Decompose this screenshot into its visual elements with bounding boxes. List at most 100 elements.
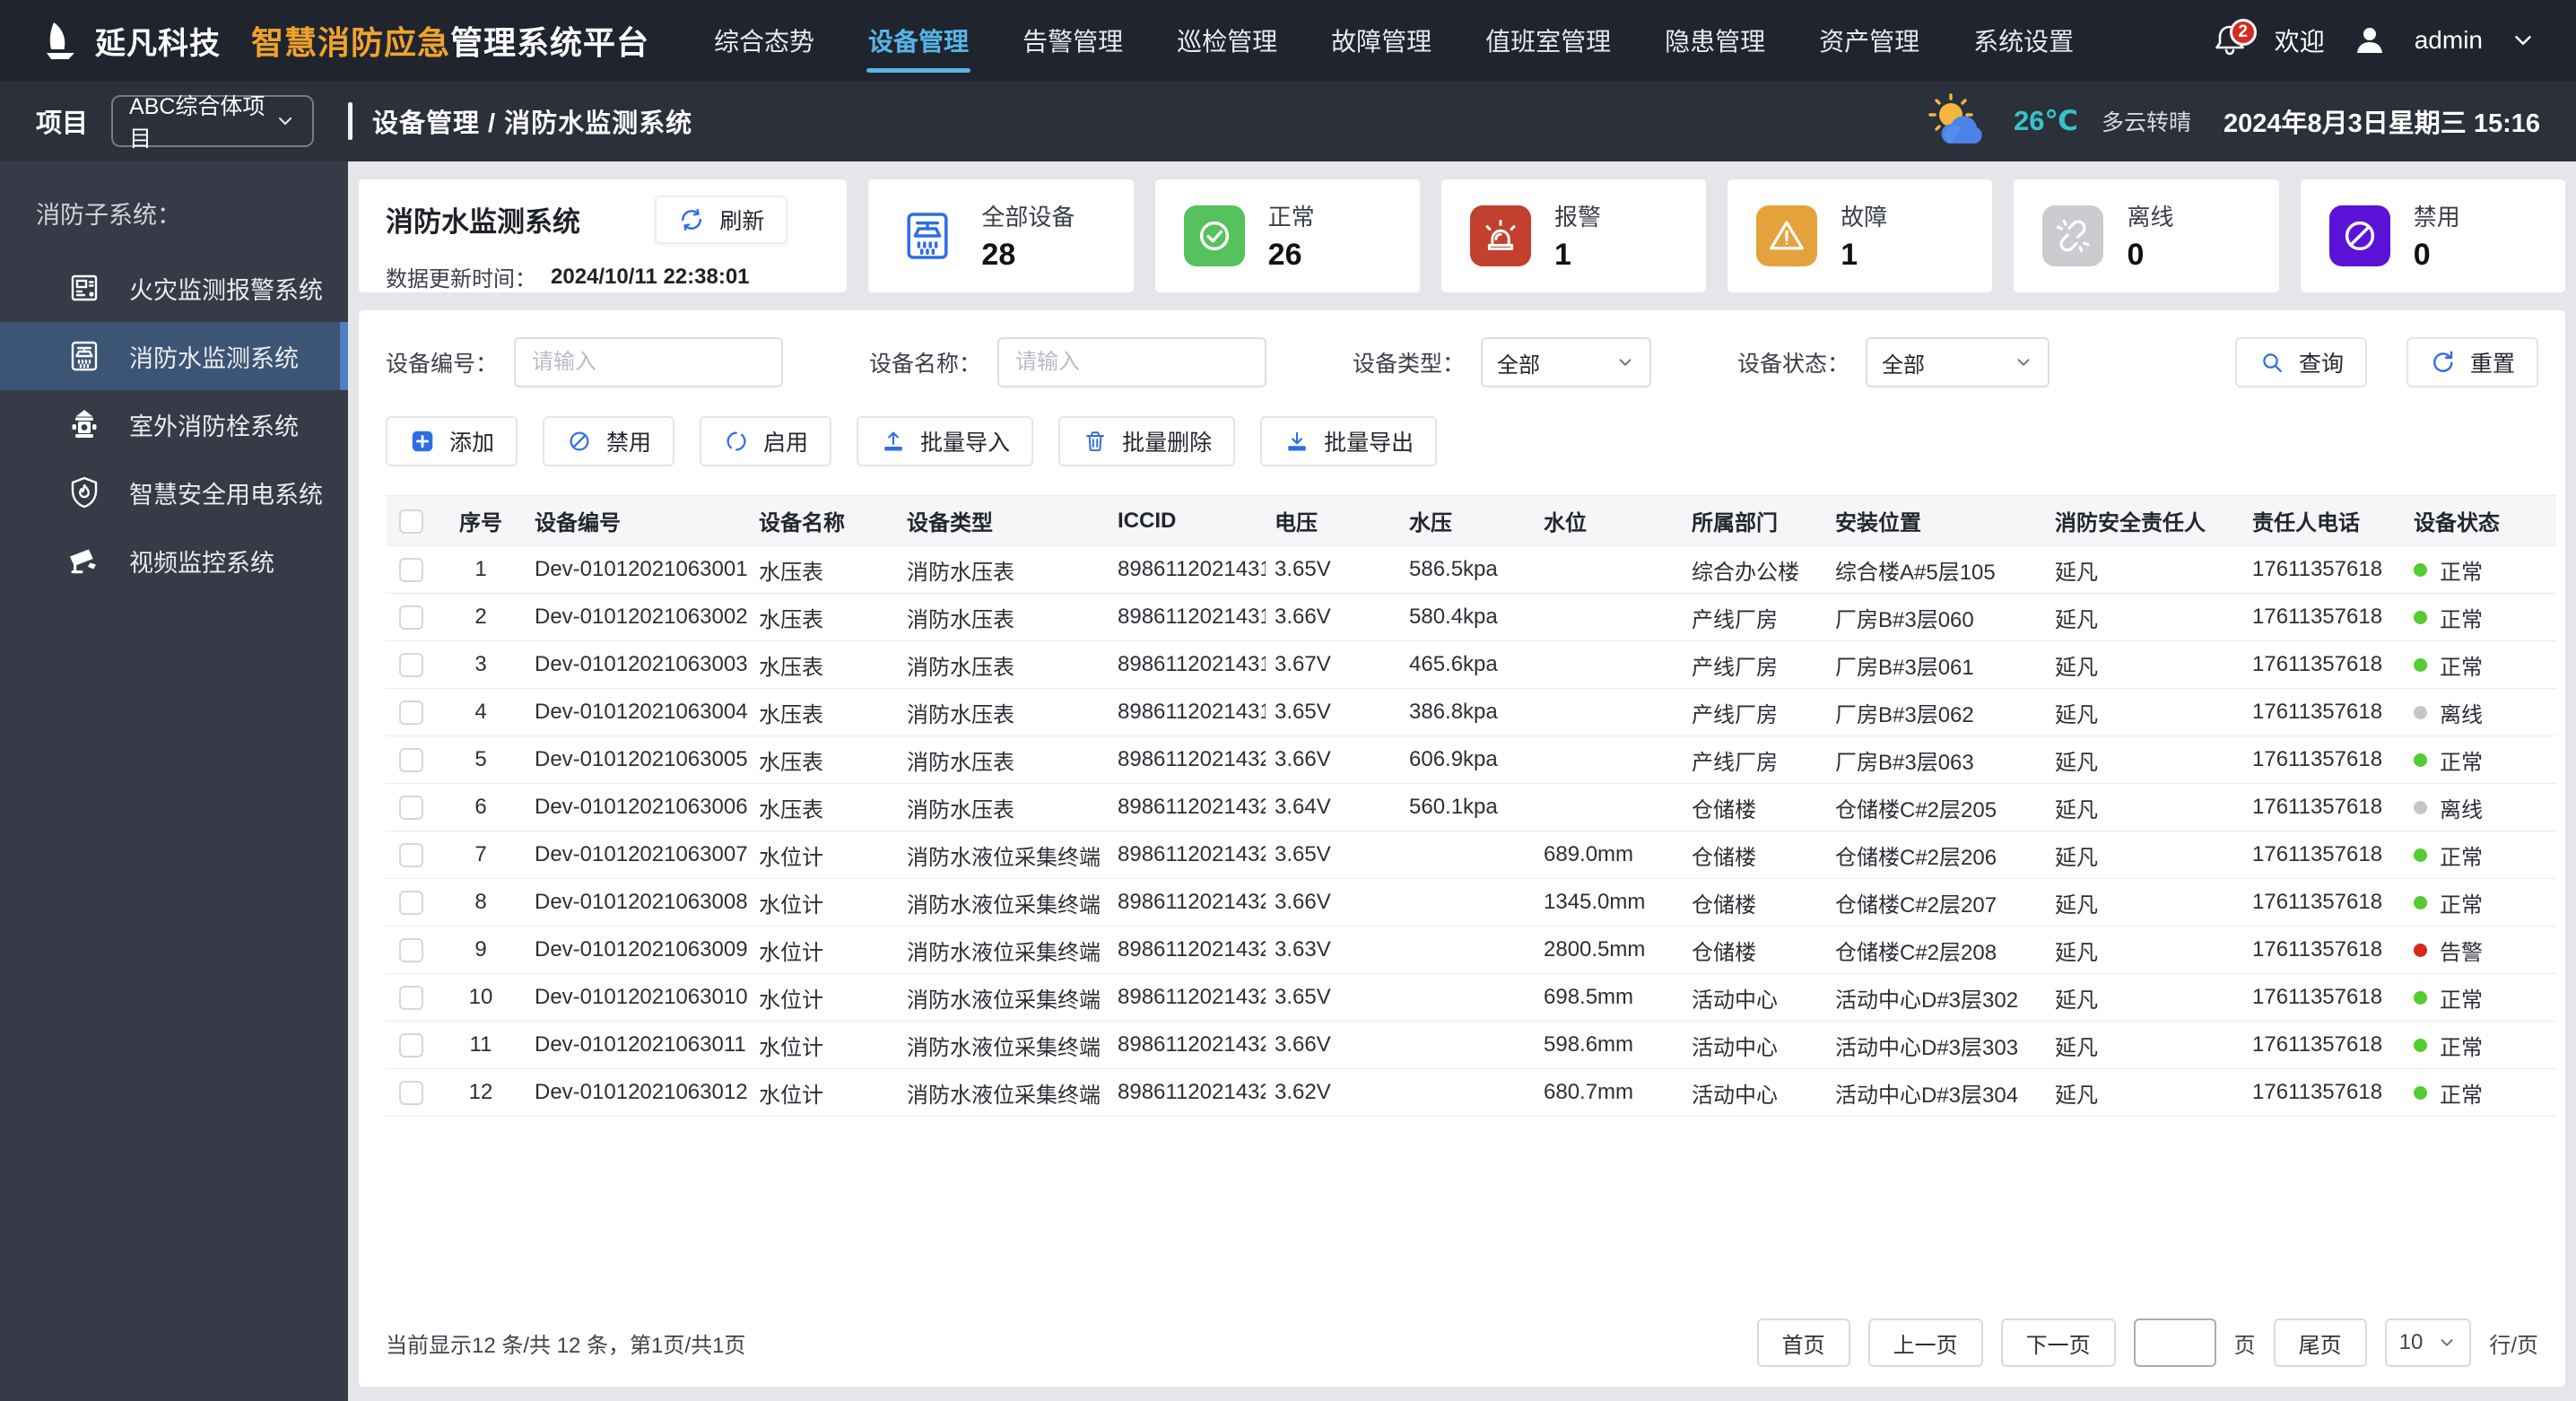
device-name-input[interactable] xyxy=(997,337,1267,387)
cell-name: 水压表 xyxy=(750,688,898,736)
reset-button[interactable]: 重置 xyxy=(2406,337,2538,387)
row-checkbox[interactable] xyxy=(398,1081,423,1106)
nav-item-overview[interactable]: 综合态势 xyxy=(712,13,816,67)
stat-card-disabled: 禁用 0 xyxy=(2300,179,2565,292)
cell-no: 9 xyxy=(436,926,526,974)
last-page-button[interactable]: 尾页 xyxy=(2273,1318,2367,1367)
cell-person: 延凡 xyxy=(2046,973,2243,1022)
date-time: 2024年8月3日星期三 15:16 xyxy=(2224,109,2540,138)
warning-triangle-icon xyxy=(1766,215,1807,257)
status-dot xyxy=(2414,800,2427,814)
status-dot xyxy=(2414,848,2427,862)
cell-level xyxy=(1535,735,1683,784)
temperature: 26℃ xyxy=(2013,105,2078,136)
nav-item-asset[interactable]: 资产管理 xyxy=(1817,13,1921,67)
cell-iccid: 89861120214327 xyxy=(1109,1068,1266,1117)
device-no-input[interactable] xyxy=(514,337,784,387)
batch-import-button[interactable]: 批量导入 xyxy=(857,416,1034,466)
user-avatar-icon[interactable] xyxy=(2352,22,2388,58)
stat-label: 全部设备 xyxy=(981,204,1075,231)
cell-level: 680.7mm xyxy=(1535,1068,1683,1117)
refresh-icon xyxy=(678,206,705,233)
cell-person: 延凡 xyxy=(2046,640,2243,689)
refresh-button[interactable]: 刷新 xyxy=(655,196,788,244)
sidebar-item-electric-safety[interactable]: 智慧安全用电系统 xyxy=(0,458,348,526)
row-checkbox[interactable] xyxy=(398,986,423,1011)
disable-button[interactable]: 禁用 xyxy=(543,416,675,466)
notification-bell-icon[interactable]: 2 xyxy=(2212,19,2257,58)
page-size-select[interactable]: 10 xyxy=(2384,1318,2472,1367)
cell-pressure: 465.6kpa xyxy=(1400,640,1535,689)
sidebar-item-hydrant[interactable]: 室外消防栓系统 xyxy=(0,390,348,458)
row-checkbox[interactable] xyxy=(398,605,423,631)
first-page-button[interactable]: 首页 xyxy=(1756,1318,1850,1367)
broken-link-icon xyxy=(2052,215,2093,257)
nav-item-hazard[interactable]: 隐患管理 xyxy=(1663,13,1767,67)
batch-delete-button[interactable]: 批量删除 xyxy=(1058,416,1236,466)
shield-flame-icon xyxy=(66,474,102,510)
next-page-button[interactable]: 下一页 xyxy=(2000,1318,2116,1367)
sidebar-item-water-monitor[interactable]: 消防水监测系统 xyxy=(0,322,348,390)
cell-type: 消防水压表 xyxy=(898,593,1109,641)
row-checkbox[interactable] xyxy=(398,558,423,583)
check-circle-icon xyxy=(1194,215,1235,257)
add-button[interactable]: 添加 xyxy=(386,416,518,466)
nav-item-duty[interactable]: 值班室管理 xyxy=(1484,13,1613,67)
cell-pressure: 386.8kpa xyxy=(1400,688,1535,736)
cell-no: 5 xyxy=(436,735,526,784)
row-checkbox[interactable] xyxy=(398,796,423,821)
main-nav: 综合态势 设备管理 告警管理 巡检管理 故障管理 值班室管理 隐患管理 资产管理 系统设置 xyxy=(712,13,2076,73)
cell-dept: 产线厂房 xyxy=(1683,688,1826,736)
table-row: 2Dev-01012021063002水压表消防水压表8986112021431… xyxy=(386,593,2556,641)
upload-icon xyxy=(880,428,907,455)
stat-icon-wrap xyxy=(1756,205,1818,266)
row-checkbox[interactable] xyxy=(398,891,423,916)
row-checkbox[interactable] xyxy=(398,653,423,678)
cell-voltage: 3.65V xyxy=(1266,973,1400,1022)
filter-actions: 查询 重置 xyxy=(2234,337,2538,387)
page-number-input[interactable] xyxy=(2133,1318,2216,1367)
cell-person: 延凡 xyxy=(2046,1021,2243,1069)
sun-cloud-weather-icon xyxy=(1924,93,1996,149)
cell-location: 厂房B#3层061 xyxy=(1826,640,2046,689)
cell-status: 告警 xyxy=(2405,926,2556,974)
hydrant-icon xyxy=(66,406,102,442)
stat-value: 28 xyxy=(981,238,1016,272)
cell-phone: 17611357618 xyxy=(2243,926,2405,974)
project-select[interactable]: ABC综合体项目 xyxy=(111,94,315,152)
stat-card-alarm: 报警 1 xyxy=(1440,179,1707,292)
row-checkbox[interactable] xyxy=(398,748,423,773)
cell-pressure xyxy=(1400,1021,1535,1069)
select-all-checkbox[interactable] xyxy=(398,509,423,534)
sidebar-item-video[interactable]: 视频监控系统 xyxy=(0,526,348,595)
search-button[interactable]: 查询 xyxy=(2234,337,2367,387)
enable-circle-icon xyxy=(723,428,750,455)
nav-item-device[interactable]: 设备管理 xyxy=(866,13,971,73)
siren-icon xyxy=(1480,215,1521,257)
cell-iccid: 89861120214319 xyxy=(1109,688,1266,736)
cell-location: 厂房B#3层062 xyxy=(1826,688,2046,736)
row-checkbox[interactable] xyxy=(398,938,423,963)
row-checkbox[interactable] xyxy=(398,843,423,868)
nav-item-settings[interactable]: 系统设置 xyxy=(1971,13,2076,67)
prev-page-button[interactable]: 上一页 xyxy=(1867,1318,1983,1367)
sidebar-item-label: 视频监控系统 xyxy=(129,549,274,577)
enable-button[interactable]: 启用 xyxy=(700,416,832,466)
nav-item-alarm[interactable]: 告警管理 xyxy=(1021,13,1125,67)
ban-outline-icon xyxy=(566,428,593,455)
device-type-select[interactable]: 全部 xyxy=(1481,337,1652,387)
cell-person: 延凡 xyxy=(2046,783,2243,831)
device-status-select[interactable]: 全部 xyxy=(1866,337,2050,387)
nav-item-inspection[interactable]: 巡检管理 xyxy=(1175,13,1279,67)
batch-export-button-label: 批量导出 xyxy=(1324,431,1414,456)
sidebar-item-fire-alarm[interactable]: 火灾监测报警系统 xyxy=(0,254,348,322)
batch-export-button[interactable]: 批量导出 xyxy=(1260,416,1438,466)
nav-item-fault[interactable]: 故障管理 xyxy=(1329,13,1433,67)
user-menu-chevron-down-icon[interactable] xyxy=(2510,27,2537,54)
row-checkbox[interactable] xyxy=(398,1033,423,1058)
status-dot xyxy=(2414,943,2427,957)
sidebar-item-label: 火灾监测报警系统 xyxy=(129,276,323,304)
cell-pressure xyxy=(1400,926,1535,974)
row-checkbox[interactable] xyxy=(398,700,423,726)
stat-text: 报警 1 xyxy=(1554,199,1601,273)
